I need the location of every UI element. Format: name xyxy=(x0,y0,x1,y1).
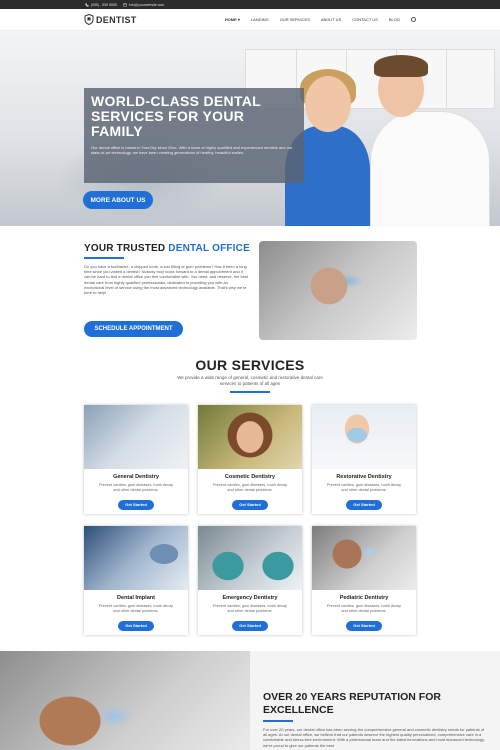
services-header: OUR SERVICES We provide a wide range of … xyxy=(0,355,500,393)
get-started-button[interactable]: Get Started xyxy=(118,499,154,510)
hero-text-box: WORLD-CLASS DENTAL SERVICES FOR YOUR FAM… xyxy=(84,88,304,183)
nav-item-blog[interactable]: BLOG xyxy=(389,17,400,22)
services-underline xyxy=(230,391,270,393)
service-image xyxy=(84,405,188,469)
nav-item-about[interactable]: ABOUT US xyxy=(321,17,341,22)
get-started-button[interactable]: Get Started xyxy=(232,499,268,510)
service-title: Emergency Dentistry xyxy=(222,595,278,601)
services-grid: General Dentistry Prevent cavities, gum … xyxy=(84,405,417,635)
schedule-appointment-button[interactable]: SCHEDULE APPOINTMENT xyxy=(84,321,183,337)
service-image xyxy=(312,405,416,469)
service-desc: Prevent cavities, gum diseases, tooth de… xyxy=(212,483,288,492)
reputation-text: For over 20 years, our dental office has… xyxy=(263,727,485,748)
service-card: Cosmetic Dentistry Prevent cavities, gum… xyxy=(198,405,302,514)
service-image xyxy=(198,526,302,590)
logo[interactable]: DENTIST xyxy=(84,14,137,25)
service-image xyxy=(198,405,302,469)
service-desc: Prevent cavities, gum diseases, tooth de… xyxy=(326,483,402,492)
phone-info: (555) - 555 5555 xyxy=(85,3,117,7)
hero-section: WORLD-CLASS DENTAL SERVICES FOR YOUR FAM… xyxy=(0,31,500,226)
search-icon[interactable] xyxy=(411,17,416,22)
service-card: Emergency Dentistry Prevent cavities, gu… xyxy=(198,526,302,635)
services-subtitle: We provide a wide range of general, cosm… xyxy=(177,375,323,386)
phone-icon xyxy=(85,2,89,7)
top-bar: (555) - 555 5555 info@yourwebsite.com xyxy=(0,0,500,9)
reputation-section: OVER 20 YEARS REPUTATION FOR EXCELLENCE … xyxy=(0,651,500,750)
service-card: Dental Implant Prevent cavities, gum dis… xyxy=(84,526,188,635)
get-started-button[interactable]: Get Started xyxy=(232,620,268,631)
service-card: General Dentistry Prevent cavities, gum … xyxy=(84,405,188,514)
service-title: Dental Implant xyxy=(117,595,155,601)
hero-title: WORLD-CLASS DENTAL SERVICES FOR YOUR FAM… xyxy=(91,93,261,139)
service-card: Restorative Dentistry Prevent cavities, … xyxy=(312,405,416,514)
nav-item-home[interactable]: HOME ▾ xyxy=(225,17,240,22)
nav-item-services[interactable]: OUR SERVICES xyxy=(280,17,310,22)
reputation-content: OVER 20 YEARS REPUTATION FOR EXCELLENCE … xyxy=(250,651,500,750)
doctor-hair xyxy=(374,55,428,77)
service-title: Cosmetic Dentistry xyxy=(224,474,276,480)
get-started-button[interactable]: Get Started xyxy=(346,620,382,631)
service-desc: Prevent cavities, gum diseases, tooth de… xyxy=(326,604,402,613)
services-title: OUR SERVICES xyxy=(195,357,305,373)
service-title: Pediatric Dentistry xyxy=(339,595,389,601)
service-desc: Prevent cavities, gum diseases, tooth de… xyxy=(98,604,174,613)
service-title: General Dentistry xyxy=(113,474,159,480)
service-desc: Prevent cavities, gum diseases, tooth de… xyxy=(212,604,288,613)
dental-treatment-image xyxy=(259,241,417,340)
hero-text: Our dental office is based in YourCity s… xyxy=(91,145,293,156)
more-about-us-button[interactable]: MORE ABOUT US xyxy=(83,191,153,209)
service-title: Restorative Dentistry xyxy=(336,474,392,480)
service-desc: Prevent cavities, gum diseases, tooth de… xyxy=(98,483,174,492)
reputation-underline xyxy=(263,720,293,722)
service-card: Pediatric Dentistry Prevent cavities, gu… xyxy=(312,526,416,635)
reputation-title: OVER 20 YEARS REPUTATION FOR EXCELLENCE xyxy=(263,691,441,716)
doctor-image xyxy=(370,111,490,226)
phone-text: (555) - 555 5555 xyxy=(91,2,117,7)
title-underline xyxy=(84,257,124,259)
brand-name: DENTIST xyxy=(96,14,137,25)
menu: HOME ▾ LANDING OUR SERVICES ABOUT US CON… xyxy=(225,17,416,22)
main-nav: DENTIST HOME ▾ LANDING OUR SERVICES ABOU… xyxy=(0,9,500,31)
about-text: Do you have a toothache, a chipped tooth… xyxy=(84,264,249,296)
nav-item-landing[interactable]: LANDING xyxy=(251,17,269,22)
tooth-shield-icon xyxy=(84,14,94,25)
get-started-button[interactable]: Get Started xyxy=(118,620,154,631)
service-image xyxy=(312,526,416,590)
email-info: info@yourwebsite.com xyxy=(123,3,164,7)
service-image xyxy=(84,526,188,590)
nav-item-contact[interactable]: CONTACT US xyxy=(352,17,378,22)
about-title: YOUR TRUSTED DENTAL OFFICE xyxy=(84,243,250,254)
reputation-image xyxy=(0,651,250,750)
about-section: YOUR TRUSTED DENTAL OFFICE Do you have a… xyxy=(0,226,500,356)
nurse-head xyxy=(305,76,351,132)
email-text[interactable]: info@yourwebsite.com xyxy=(129,3,164,7)
get-started-button[interactable]: Get Started xyxy=(346,499,382,510)
envelope-icon xyxy=(123,3,127,6)
